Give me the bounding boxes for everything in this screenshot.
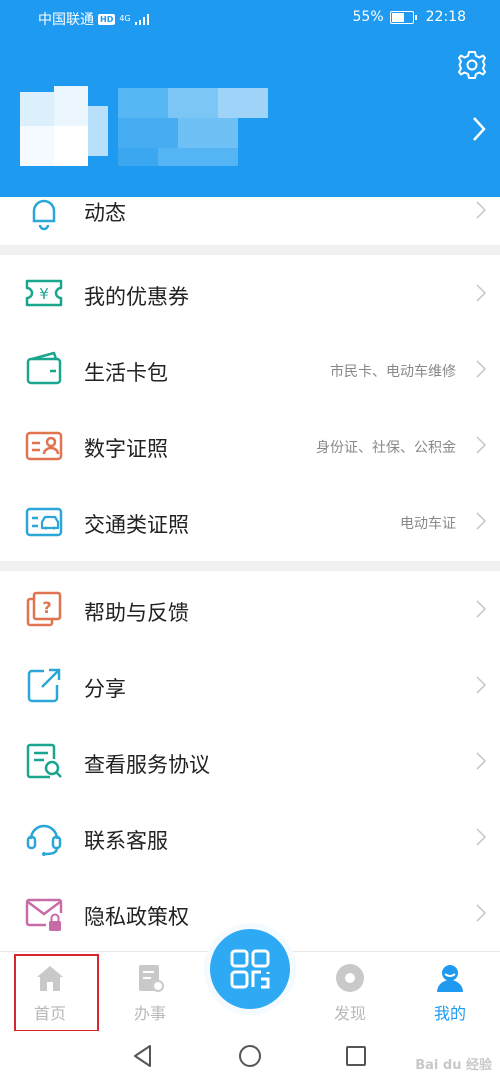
coupon-icon: ¥	[25, 279, 63, 307]
menu-item-card-wallet[interactable]: 生活卡包 市民卡、电动车维修	[0, 331, 500, 407]
status-right: 55% 22:18	[353, 9, 466, 25]
id-card-icon	[25, 431, 63, 461]
chevron-right-icon	[476, 676, 486, 694]
share-icon	[27, 668, 61, 703]
headset-icon	[26, 824, 62, 856]
chevron-right-icon	[476, 360, 486, 378]
signal-icon	[134, 13, 149, 25]
header-overlap	[0, 173, 500, 197]
scan-button[interactable]	[210, 929, 290, 1009]
vehicle-license-icon	[25, 507, 63, 537]
clock: 22:18	[425, 9, 466, 25]
network-type: 4G	[119, 14, 131, 23]
status-bar: 中国联通 HD 4G 55% 22:18	[0, 0, 500, 34]
menu-item-customer-service[interactable]: 联系客服	[0, 799, 500, 875]
bell-icon	[32, 199, 56, 231]
chevron-right-icon	[476, 752, 486, 770]
menu-label: 分享	[84, 677, 126, 701]
menu-subtitle: 身份证、社保、公积金	[316, 440, 456, 456]
menu-label: 交通类证照	[84, 513, 189, 537]
back-icon[interactable]	[130, 1043, 156, 1069]
menu-item-traffic-license[interactable]: 交通类证照 电动车证	[0, 483, 500, 559]
menu-label: 查看服务协议	[84, 753, 210, 777]
menu-label: 帮助与反馈	[84, 601, 189, 625]
menu-subtitle: 市民卡、电动车维修	[330, 364, 456, 380]
carrier-name: 中国联通	[38, 12, 94, 28]
scan-icon	[230, 949, 270, 989]
chevron-right-icon	[476, 436, 486, 454]
chevron-right-icon	[476, 201, 486, 219]
highlight-annotation	[14, 954, 99, 1032]
menu-label: 隐私政策权	[84, 905, 189, 929]
menu-item-share[interactable]: 分享	[0, 647, 500, 723]
hd-badge: HD	[98, 13, 116, 25]
tab-label: 办事	[133, 1004, 166, 1023]
watermark: Bai du 经验	[415, 1058, 492, 1073]
profile-header: 中国联通 HD 4G 55% 22:18	[0, 0, 500, 197]
menu-item-help-feedback[interactable]: ? 帮助与反馈	[0, 571, 500, 647]
menu-item-digital-id[interactable]: 数字证照 身份证、社保、公积金	[0, 407, 500, 483]
divider	[0, 561, 500, 571]
menu-label: 动态	[84, 201, 126, 225]
task-icon	[139, 965, 164, 992]
svg-text:?: ?	[42, 598, 51, 617]
document-search-icon	[26, 743, 62, 779]
tab-label: 发现	[333, 1004, 366, 1023]
wallet-icon	[26, 351, 62, 385]
system-nav-bar: Bai du 经验	[0, 1031, 500, 1083]
tab-tasks[interactable]: 办事	[100, 952, 200, 1032]
chevron-right-icon	[476, 904, 486, 922]
menu-label: 联系客服	[84, 829, 168, 853]
tab-mine[interactable]: 我的	[400, 952, 500, 1032]
chevron-right-icon	[476, 284, 486, 302]
discover-icon	[336, 964, 364, 992]
chevron-right-icon	[476, 828, 486, 846]
home-nav-icon[interactable]	[237, 1043, 263, 1069]
menu-label: 我的优惠券	[84, 285, 189, 309]
menu-item-coupons[interactable]: ¥ 我的优惠券	[0, 255, 500, 331]
battery-percent: 55%	[352, 9, 384, 25]
tab-discover[interactable]: 发现	[300, 952, 400, 1032]
chevron-right-icon	[476, 600, 486, 618]
chevron-right-icon[interactable]	[472, 116, 486, 142]
status-left: 中国联通 HD 4G	[38, 9, 149, 29]
user-icon	[437, 965, 463, 992]
menu-group-cards: ¥ 我的优惠券 生活卡包 市民卡、电动车维修 数字证照 身份证、社保、公积金 交…	[0, 255, 500, 559]
gear-icon[interactable]	[456, 49, 488, 81]
svg-text:¥: ¥	[39, 285, 49, 303]
menu-subtitle: 电动车证	[400, 516, 456, 532]
menu-item-service-agreement[interactable]: 查看服务协议	[0, 723, 500, 799]
recent-apps-icon[interactable]	[343, 1043, 369, 1069]
mail-lock-icon	[25, 898, 63, 931]
menu-label: 数字证照	[84, 437, 168, 461]
tab-label: 我的	[433, 1004, 466, 1023]
battery-icon	[389, 10, 417, 24]
help-icon: ?	[26, 591, 62, 627]
divider	[0, 245, 500, 255]
chevron-right-icon	[476, 512, 486, 530]
menu-group-support: ? 帮助与反馈 分享 查看服务协议 联系客服 隐私政策权	[0, 571, 500, 951]
avatar[interactable]	[14, 86, 274, 176]
menu-label: 生活卡包	[84, 361, 168, 385]
